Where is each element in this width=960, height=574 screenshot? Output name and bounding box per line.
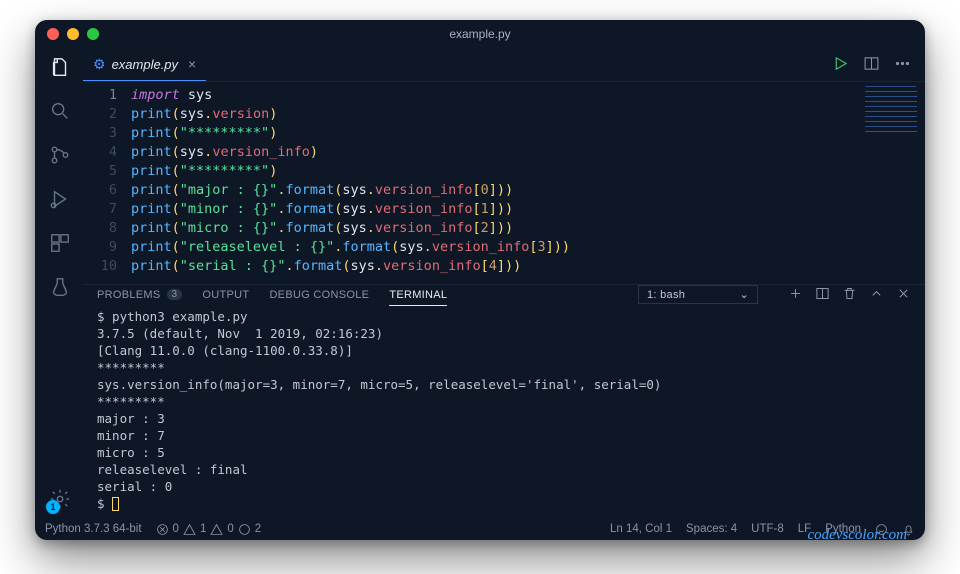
tabs-row: ⚙ example.py ×: [83, 48, 925, 82]
new-terminal-icon[interactable]: [788, 286, 803, 304]
problems-count-badge: 3: [167, 289, 183, 300]
close-panel-icon[interactable]: [896, 286, 911, 304]
terminal-output[interactable]: $ python3 example.py 3.7.5 (default, Nov…: [83, 304, 925, 540]
panel-tab-label: DEBUG CONSOLE: [269, 289, 369, 301]
panel-tab-problems[interactable]: PROBLEMS 3: [97, 289, 182, 301]
panel-tab-debug[interactable]: DEBUG CONSOLE: [269, 289, 369, 301]
source-control-icon[interactable]: [46, 142, 72, 168]
split-editor-icon[interactable]: [863, 55, 880, 75]
kill-terminal-icon[interactable]: [842, 286, 857, 304]
split-terminal-icon[interactable]: [815, 286, 830, 304]
tab-label: example.py: [112, 57, 178, 72]
search-icon[interactable]: [46, 98, 72, 124]
activity-bar: 1: [35, 48, 83, 518]
panel-tab-label: OUTPUT: [202, 289, 249, 301]
tab-close-icon[interactable]: ×: [188, 56, 196, 72]
panel-tab-terminal[interactable]: TERMINAL: [389, 289, 447, 306]
panel-tab-label: PROBLEMS: [97, 289, 161, 301]
python-file-icon: ⚙: [93, 56, 106, 73]
watermark-text: codevscolor.com: [807, 527, 907, 540]
explorer-icon[interactable]: [46, 54, 72, 80]
panel-tab-label: TERMINAL: [389, 289, 447, 301]
line-gutter: 12345678910: [83, 86, 131, 276]
window-maximize-button[interactable]: [87, 28, 99, 40]
terminal-picker-label: 1: bash: [647, 289, 685, 301]
more-actions-icon[interactable]: [894, 55, 911, 75]
settings-gear-icon[interactable]: 1: [46, 486, 72, 512]
settings-badge: 1: [46, 500, 60, 514]
testing-icon[interactable]: [46, 274, 72, 300]
window-minimize-button[interactable]: [67, 28, 79, 40]
terminal-cursor: [112, 497, 119, 511]
panel-tabs: PROBLEMS 3 OUTPUT DEBUG CONSOLE TERMINAL: [83, 285, 925, 304]
chevron-down-icon: ⌄: [739, 288, 749, 301]
code-content[interactable]: import sysprint(sys.version)print("*****…: [131, 86, 925, 276]
window-title: example.py: [99, 27, 861, 41]
maximize-panel-icon[interactable]: [869, 286, 884, 304]
editor-window: example.py: [35, 20, 925, 540]
traffic-lights: [47, 28, 99, 40]
run-debug-icon[interactable]: [46, 186, 72, 212]
tab-example-py[interactable]: ⚙ example.py ×: [83, 48, 206, 81]
code-editor[interactable]: 12345678910 import sysprint(sys.version)…: [83, 82, 925, 284]
terminal-picker-dropdown[interactable]: 1: bash ⌄: [638, 285, 758, 304]
extensions-icon[interactable]: [46, 230, 72, 256]
minimap[interactable]: [865, 86, 917, 136]
titlebar: example.py: [35, 20, 925, 48]
panel-tab-output[interactable]: OUTPUT: [202, 289, 249, 301]
window-close-button[interactable]: [47, 28, 59, 40]
bottom-panel: PROBLEMS 3 OUTPUT DEBUG CONSOLE TERMINAL: [83, 284, 925, 518]
run-file-icon[interactable]: [832, 55, 849, 75]
